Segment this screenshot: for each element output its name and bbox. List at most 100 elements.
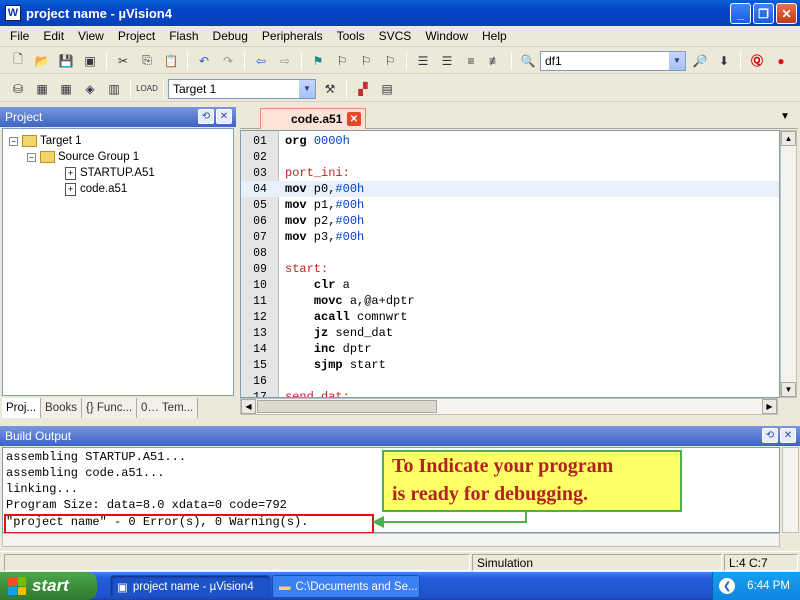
- code-line[interactable]: 08: [241, 245, 779, 261]
- code-line[interactable]: 09 start:: [241, 261, 779, 277]
- collapse-icon[interactable]: −: [9, 136, 18, 146]
- tab-list-chevron-icon[interactable]: ▼: [780, 111, 790, 122]
- code-line[interactable]: 15 sjmp start: [241, 357, 779, 373]
- code-line[interactable]: 13 jz send_dat: [241, 325, 779, 341]
- rebuild-icon[interactable]: ▦: [56, 80, 76, 98]
- navigate-back-icon[interactable]: ⇦: [251, 52, 271, 70]
- comment-icon[interactable]: ≡: [461, 52, 481, 70]
- tab-templates[interactable]: 0… Tem...: [137, 398, 199, 418]
- close-icon[interactable]: ✕: [780, 428, 796, 443]
- menu-edit[interactable]: Edit: [36, 29, 71, 43]
- editor-vertical-scrollbar[interactable]: ▲ ▼: [780, 130, 797, 398]
- code-line[interactable]: 01 org 0000h: [241, 133, 779, 149]
- code-line[interactable]: 14 inc dptr: [241, 341, 779, 357]
- output-line: linking...: [6, 482, 79, 496]
- target-select[interactable]: Target 1 ▼: [168, 78, 316, 99]
- tab-functions[interactable]: {} Func...: [82, 398, 138, 418]
- menu-tools[interactable]: Tools: [330, 29, 372, 43]
- redo-icon[interactable]: ↷: [218, 52, 238, 70]
- taskbar-item-explorer[interactable]: ▬ C:\Documents and Se...: [272, 575, 420, 598]
- find-combo[interactable]: df1 ▼: [540, 50, 686, 71]
- indent-icon[interactable]: ☰: [413, 52, 433, 70]
- breakpoint-icon[interactable]: ●: [771, 52, 791, 70]
- code-line[interactable]: 12 acall comnwrt: [241, 309, 779, 325]
- debug-session-icon[interactable]: ⬇: [714, 52, 734, 70]
- close-button[interactable]: ✕: [776, 3, 797, 24]
- menu-view[interactable]: View: [71, 29, 111, 43]
- clear-bookmarks-icon[interactable]: ⚐: [380, 52, 400, 70]
- chevron-down-icon[interactable]: ▼: [299, 79, 315, 98]
- bookmark-icon[interactable]: ⚑: [308, 52, 328, 70]
- code-line[interactable]: 07 mov p3,#00h: [241, 229, 779, 245]
- cut-icon[interactable]: ✂: [113, 52, 133, 70]
- unindent-icon[interactable]: ☰: [437, 52, 457, 70]
- save-all-icon[interactable]: ▣: [80, 52, 100, 70]
- scroll-left-icon[interactable]: ◀: [241, 399, 256, 414]
- stop-build-icon[interactable]: ▥: [104, 80, 124, 98]
- load-icon[interactable]: LOAD: [136, 80, 158, 98]
- incremental-find-icon[interactable]: 🔎: [690, 52, 710, 70]
- tray-arrow-icon[interactable]: ❮: [719, 578, 736, 594]
- menu-flash[interactable]: Flash: [162, 29, 205, 43]
- scroll-up-icon[interactable]: ▲: [781, 131, 796, 146]
- code-line[interactable]: 03 port_ini:: [241, 165, 779, 181]
- tab-code-a51[interactable]: code.a51 ✕: [260, 108, 366, 129]
- code-line[interactable]: 02: [241, 149, 779, 165]
- tree-file-startup[interactable]: + STARTUP.A51: [65, 165, 155, 181]
- code-line[interactable]: 17 send_dat:: [241, 389, 779, 397]
- new-file-icon[interactable]: 🗋: [8, 52, 28, 70]
- scroll-down-icon[interactable]: ▼: [781, 382, 796, 397]
- pin-icon[interactable]: ⟲: [762, 428, 778, 443]
- copy-icon[interactable]: ⎘: [137, 52, 157, 70]
- tab-project[interactable]: Proj...: [2, 398, 42, 418]
- close-icon[interactable]: ✕: [347, 112, 361, 126]
- close-icon[interactable]: ✕: [216, 109, 232, 124]
- collapse-icon[interactable]: −: [27, 152, 36, 162]
- output-vertical-scrollbar[interactable]: [782, 447, 799, 533]
- paste-icon[interactable]: 📋: [161, 52, 181, 70]
- navigate-forward-icon[interactable]: ⇨: [275, 52, 295, 70]
- code-line[interactable]: 16: [241, 373, 779, 389]
- menu-help[interactable]: Help: [475, 29, 514, 43]
- build-icon[interactable]: ▦: [32, 80, 52, 98]
- open-folder-icon[interactable]: 📂: [32, 52, 52, 70]
- manage-components-icon[interactable]: ▞: [353, 80, 373, 98]
- minimize-button[interactable]: _: [730, 3, 751, 24]
- find-in-files-icon[interactable]: 🔍: [518, 52, 538, 70]
- code-editor[interactable]: 01 org 0000h 02 03 port_ini: 04 mov p0,#00h 05 m…: [240, 130, 780, 398]
- tree-target[interactable]: − Target 1: [9, 133, 82, 149]
- pin-icon[interactable]: ⟲: [198, 109, 214, 124]
- editor-horizontal-scrollbar[interactable]: ◀ ▶: [240, 398, 778, 415]
- start-debug-icon[interactable]: Ⓠ: [747, 52, 767, 70]
- menu-peripherals[interactable]: Peripherals: [255, 29, 330, 43]
- batch-build-icon[interactable]: ◈: [80, 80, 100, 98]
- menu-debug[interactable]: Debug: [206, 29, 255, 43]
- tree-file-code[interactable]: + code.a51: [65, 181, 127, 197]
- menu-file[interactable]: File: [3, 29, 36, 43]
- code-line[interactable]: 06 mov p2,#00h: [241, 213, 779, 229]
- tab-books[interactable]: Books: [41, 398, 83, 418]
- save-icon[interactable]: 💾: [56, 52, 76, 70]
- chevron-down-icon[interactable]: ▼: [669, 51, 685, 70]
- output-horizontal-scrollbar[interactable]: [2, 533, 780, 547]
- menu-window[interactable]: Window: [418, 29, 475, 43]
- scroll-right-icon[interactable]: ▶: [762, 399, 777, 414]
- menu-project[interactable]: Project: [111, 29, 162, 43]
- next-bookmark-icon[interactable]: ⚐: [356, 52, 376, 70]
- tree-source-group[interactable]: − Source Group 1: [27, 149, 139, 165]
- code-line[interactable]: 04 mov p0,#00h: [241, 181, 779, 197]
- maximize-button[interactable]: ❐: [753, 3, 774, 24]
- undo-icon[interactable]: ↶: [194, 52, 214, 70]
- code-line[interactable]: 05 mov p1,#00h: [241, 197, 779, 213]
- code-line[interactable]: 10 clr a: [241, 277, 779, 293]
- target-options-icon[interactable]: ⚒: [320, 80, 340, 98]
- file-extensions-icon[interactable]: ▤: [377, 80, 397, 98]
- scroll-thumb[interactable]: [257, 400, 437, 413]
- prev-bookmark-icon[interactable]: ⚐: [332, 52, 352, 70]
- uncomment-icon[interactable]: ≢: [485, 52, 505, 70]
- translate-icon[interactable]: ⛁: [8, 80, 28, 98]
- menu-svcs[interactable]: SVCS: [372, 29, 419, 43]
- start-button[interactable]: start: [0, 572, 97, 600]
- taskbar-item-uvision[interactable]: ▣ project name - µVision4: [110, 575, 270, 598]
- code-line[interactable]: 11 movc a,@a+dptr: [241, 293, 779, 309]
